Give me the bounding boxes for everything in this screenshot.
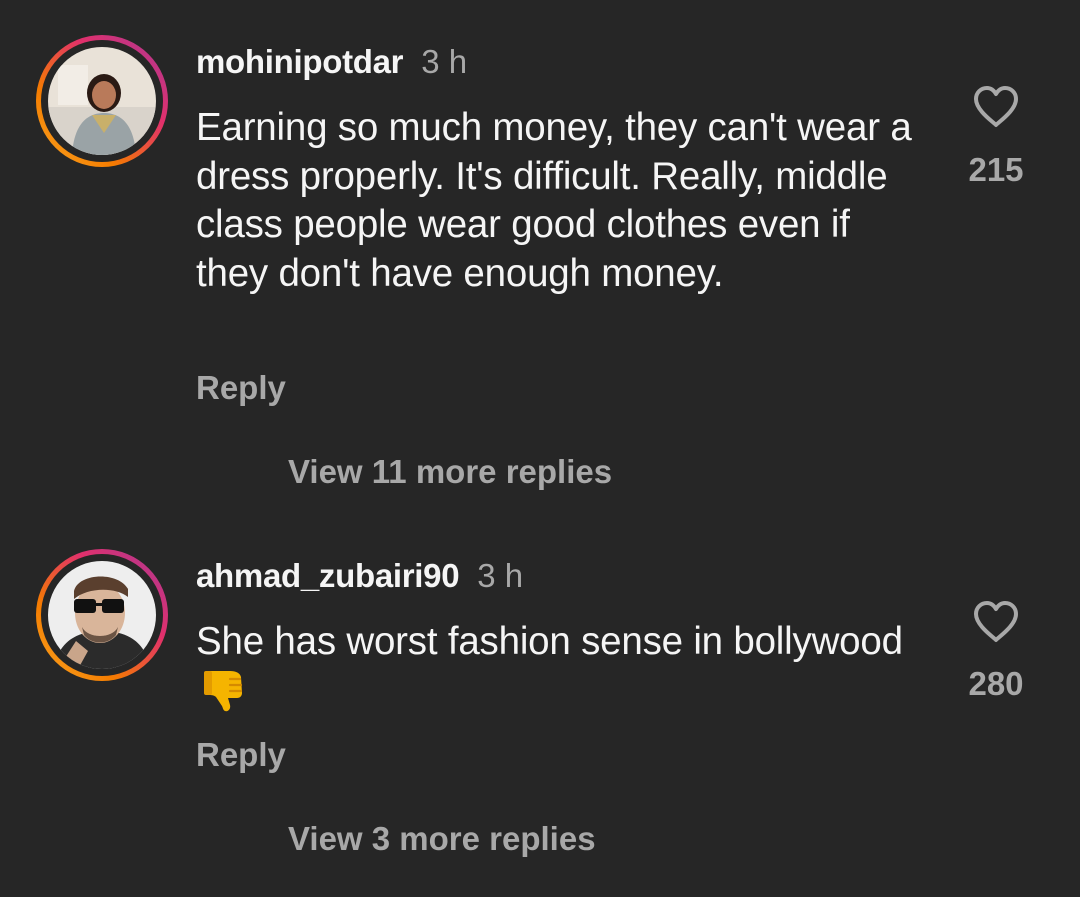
avatar[interactable] [36, 549, 168, 681]
avatar-story-ring [41, 554, 163, 676]
comment-header: ahmad_zubairi90 3 h [196, 556, 523, 596]
thumbs-down-icon [202, 667, 246, 726]
view-more-replies-button[interactable]: View 3 more replies [288, 819, 596, 859]
like-count: 280 [968, 665, 1024, 702]
comment-text: She has worst fashion sense in bollywood [196, 618, 916, 725]
reply-button[interactable]: Reply [196, 735, 286, 775]
heart-icon[interactable] [972, 600, 1020, 644]
profile-photo [48, 561, 156, 669]
username[interactable]: ahmad_zubairi90 [196, 557, 460, 594]
comment-text-body: She has worst fashion sense in bollywood [196, 620, 903, 663]
comment-item: ahmad_zubairi90 3 h She has worst fashion… [0, 0, 1080, 897]
timestamp: 3 h [477, 557, 524, 594]
